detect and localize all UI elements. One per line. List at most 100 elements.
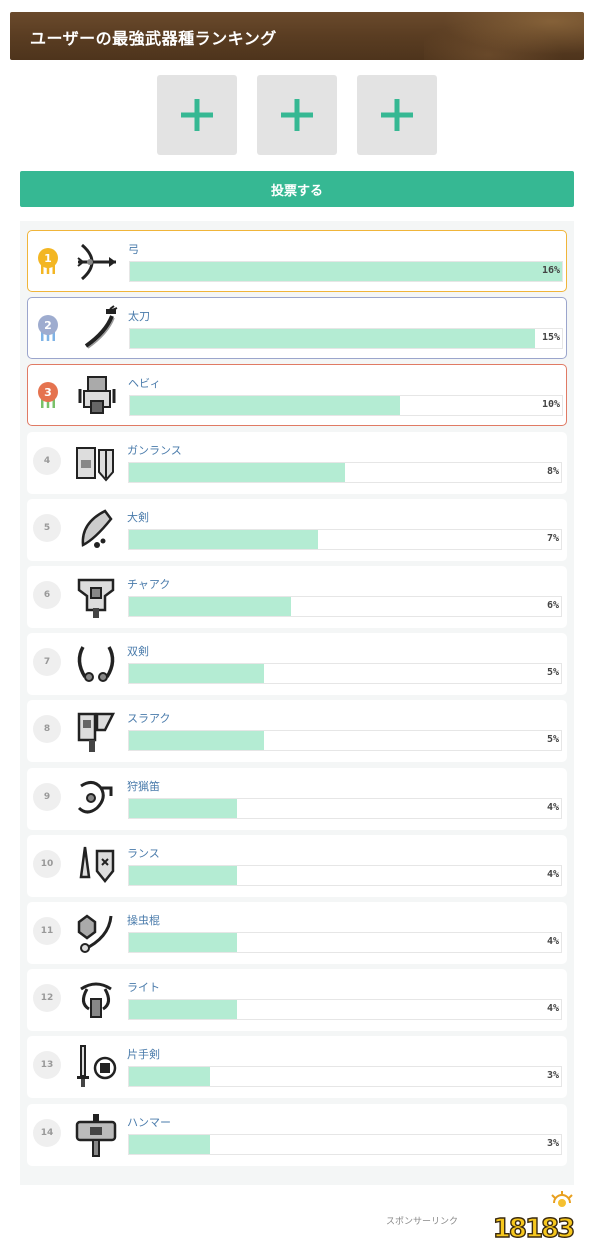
rank-number: 5 bbox=[33, 513, 61, 542]
rank-number: 4 bbox=[33, 446, 61, 475]
weapon-name: 弓 bbox=[128, 243, 139, 256]
vote-bar: 4% bbox=[128, 864, 562, 886]
vote-percent: 6% bbox=[546, 600, 559, 611]
vote-bar-fill bbox=[129, 1067, 210, 1087]
weapon-name: 狩猟笛 bbox=[127, 779, 160, 793]
weapon-name: 操虫棍 bbox=[127, 914, 160, 927]
long-sword-icon bbox=[84, 305, 118, 349]
weapon-name: 双剣 bbox=[127, 645, 149, 659]
rank-number: 8 bbox=[33, 715, 61, 744]
ranking-row: 1 弓 16% bbox=[27, 230, 567, 292]
plus-icon bbox=[181, 99, 213, 131]
ranking-row: 11 操虫棍 4% bbox=[27, 902, 567, 964]
vote-bar: 10% bbox=[129, 395, 563, 417]
vote-percent: 7% bbox=[546, 532, 559, 544]
vote-bar: 7% bbox=[128, 528, 562, 550]
weapon-name: ガンランス bbox=[127, 443, 182, 457]
vote-bar-fill bbox=[129, 1000, 237, 1020]
ranking-row: 2 太刀 15% bbox=[27, 297, 567, 360]
weapon-name: 片手剣 bbox=[127, 1048, 160, 1062]
weapon-name: チャアク bbox=[127, 578, 171, 591]
vote-bar-fill bbox=[130, 396, 400, 416]
charge-blade-icon bbox=[77, 578, 115, 618]
weapon-slot-group bbox=[157, 75, 437, 155]
insect-glaive-icon bbox=[77, 914, 113, 953]
vote-percent: 3% bbox=[546, 1070, 559, 1082]
rank-number: 12 bbox=[33, 984, 61, 1013]
vote-percent: 4% bbox=[546, 868, 559, 880]
rank-number: 14 bbox=[33, 1118, 61, 1147]
page-header: ユーザーの最強武器種ランキング bbox=[10, 12, 584, 60]
page-title: ユーザーの最強武器種ランキング bbox=[30, 29, 277, 48]
vote-percent: 5% bbox=[546, 667, 559, 679]
hunting-horn-icon bbox=[77, 780, 113, 814]
ranking-row: 9 狩猟笛 4% bbox=[27, 767, 567, 830]
vote-bar-fill bbox=[130, 329, 535, 349]
rank-number: 1 bbox=[44, 252, 52, 265]
vote-bar: 16% bbox=[129, 261, 563, 282]
rank-number: 13 bbox=[33, 1051, 61, 1080]
vote-percent: 10% bbox=[541, 399, 560, 411]
vote-bar-fill bbox=[129, 798, 237, 818]
vote-percent: 4% bbox=[546, 936, 559, 947]
vote-bar: 4% bbox=[128, 932, 562, 953]
ranking-row: 12 ライト 4% bbox=[27, 969, 567, 1032]
vote-bar-fill bbox=[129, 1134, 210, 1154]
weapon-name: 太刀 bbox=[128, 310, 150, 324]
vote-bar-fill bbox=[129, 731, 264, 751]
vote-percent: 5% bbox=[546, 734, 559, 746]
vote-percent: 16% bbox=[541, 265, 560, 276]
rank-number: 11 bbox=[33, 917, 61, 945]
ranking-row: 13 片手剣 3% bbox=[27, 1036, 567, 1099]
medal-icon: 2 bbox=[38, 315, 58, 342]
weapon-name: 大剣 bbox=[127, 510, 149, 524]
heavy-bowgun-icon bbox=[78, 376, 116, 415]
ranking-list: 1 弓 16% 2 太刀 15% 3 ヘビィ 10% 4 ガンランス 8% 5 … bbox=[20, 221, 574, 1185]
vote-bar-fill bbox=[129, 462, 345, 482]
lance-icon bbox=[79, 846, 115, 883]
gunlance-icon bbox=[76, 446, 114, 482]
vote-bar: 6% bbox=[128, 596, 562, 617]
vote-bar-fill bbox=[129, 933, 237, 952]
vote-bar: 5% bbox=[128, 663, 562, 685]
vote-bar: 4% bbox=[128, 797, 562, 819]
weapon-name: スラアク bbox=[127, 712, 171, 726]
vote-percent: 8% bbox=[546, 465, 559, 477]
vote-bar: 3% bbox=[128, 1133, 562, 1155]
ranking-row: 6 チャアク 6% bbox=[27, 566, 567, 628]
vote-bar: 5% bbox=[128, 730, 562, 752]
vote-bar: 3% bbox=[128, 1066, 562, 1088]
sponsor-link-label: スポンサーリンク bbox=[386, 1217, 459, 1227]
svg-text:18183: 18183 bbox=[493, 1214, 574, 1244]
medal-icon: 1 bbox=[38, 248, 58, 274]
weapon-slot-2[interactable] bbox=[257, 75, 337, 155]
site-logo: 18183 bbox=[492, 1191, 577, 1245]
vote-percent: 4% bbox=[546, 1003, 559, 1015]
vote-bar-fill bbox=[130, 262, 562, 281]
rank-number: 6 bbox=[33, 581, 61, 609]
weapon-slot-1[interactable] bbox=[157, 75, 237, 155]
ranking-row: 8 スラアク 5% bbox=[27, 700, 567, 763]
vote-bar: 8% bbox=[128, 461, 562, 483]
ranking-row: 7 双剣 5% bbox=[27, 633, 567, 696]
plus-icon bbox=[281, 99, 313, 131]
weapon-name: ランス bbox=[127, 846, 160, 860]
dual-blades-icon bbox=[77, 646, 115, 683]
rank-number: 9 bbox=[33, 782, 61, 811]
weapon-name: ヘビィ bbox=[128, 377, 161, 391]
vote-bar-fill bbox=[129, 597, 291, 616]
ranking-row: 3 ヘビィ 10% bbox=[27, 364, 567, 427]
weapon-slot-3[interactable] bbox=[357, 75, 437, 155]
vote-percent: 15% bbox=[541, 332, 560, 344]
weapon-name: ライト bbox=[127, 981, 160, 995]
ranking-row: 14 ハンマー 3% bbox=[27, 1103, 567, 1166]
medal-icon: 3 bbox=[38, 382, 58, 409]
vote-button[interactable]: 投票する bbox=[20, 171, 574, 207]
switch-axe-icon bbox=[77, 713, 116, 753]
rank-number: 10 bbox=[33, 849, 61, 878]
great-sword-icon bbox=[81, 509, 113, 548]
vote-bar: 4% bbox=[128, 999, 562, 1021]
vote-bar-fill bbox=[129, 664, 264, 684]
plus-icon bbox=[381, 99, 413, 131]
hammer-icon bbox=[75, 1113, 117, 1157]
